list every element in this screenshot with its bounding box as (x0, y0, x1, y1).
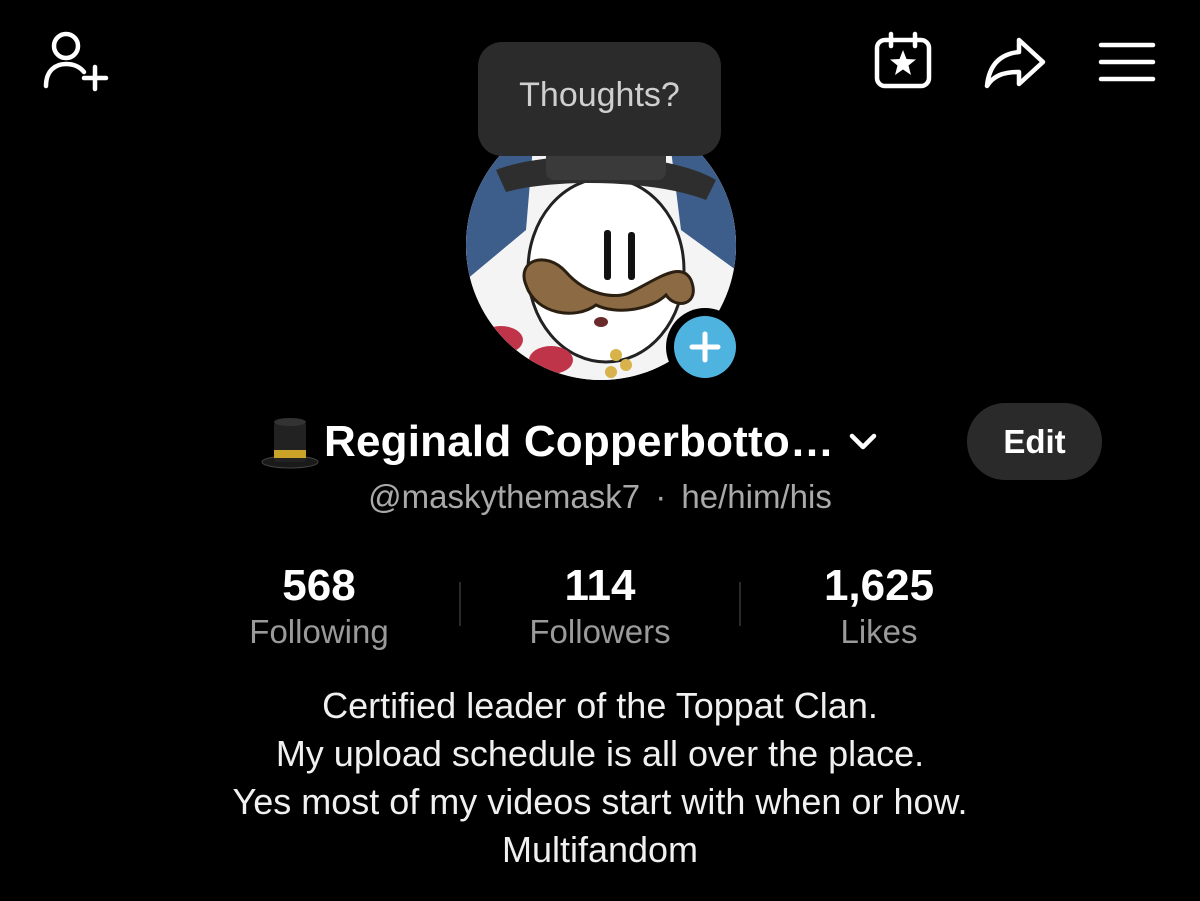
bio-line: Multifandom (501, 829, 699, 870)
top-hat-icon (261, 418, 319, 469)
stat-followers[interactable]: 114 Followers (470, 562, 730, 654)
calendar-star-icon[interactable] (870, 30, 936, 92)
username: @maskythemask7 (368, 478, 641, 515)
likes-count: 1,625 (823, 561, 935, 610)
bio-line: Yes most of my videos start with when or… (232, 781, 968, 822)
stat-likes[interactable]: 1,625 Likes (749, 562, 1009, 654)
divider (459, 582, 461, 626)
stat-following[interactable]: 568 Following (189, 562, 449, 654)
add-friend-icon[interactable] (36, 28, 112, 94)
bio-line: My upload schedule is all over the place… (275, 733, 925, 774)
plus-icon (689, 331, 721, 363)
share-icon[interactable] (980, 32, 1050, 92)
bio-line: Certified leader of the Toppat Clan. (322, 685, 878, 726)
likes-label: Likes (840, 613, 918, 650)
separator: · (655, 478, 667, 515)
followers-label: Followers (529, 613, 671, 650)
edit-profile-button[interactable]: Edit (967, 403, 1102, 480)
bio: Certified leader of the Toppat Clan. My … (0, 682, 1200, 874)
divider (739, 582, 741, 626)
display-name: Reginald Copperbotto… (324, 417, 835, 466)
following-label: Following (249, 613, 389, 650)
thoughts-text: Thoughts? (519, 75, 680, 114)
display-name-row[interactable]: Reginald Copperbotto… (260, 412, 878, 472)
menu-icon[interactable] (1096, 36, 1158, 88)
handle-line: @maskythemask7 · he/him/his (0, 478, 1200, 516)
pronouns: he/him/his (681, 478, 832, 515)
followers-count: 114 (564, 561, 636, 610)
following-count: 568 (282, 561, 356, 610)
thoughts-bubble[interactable]: Thoughts? (478, 42, 721, 156)
add-avatar-button[interactable] (666, 308, 744, 386)
chevron-down-icon[interactable] (848, 432, 878, 452)
